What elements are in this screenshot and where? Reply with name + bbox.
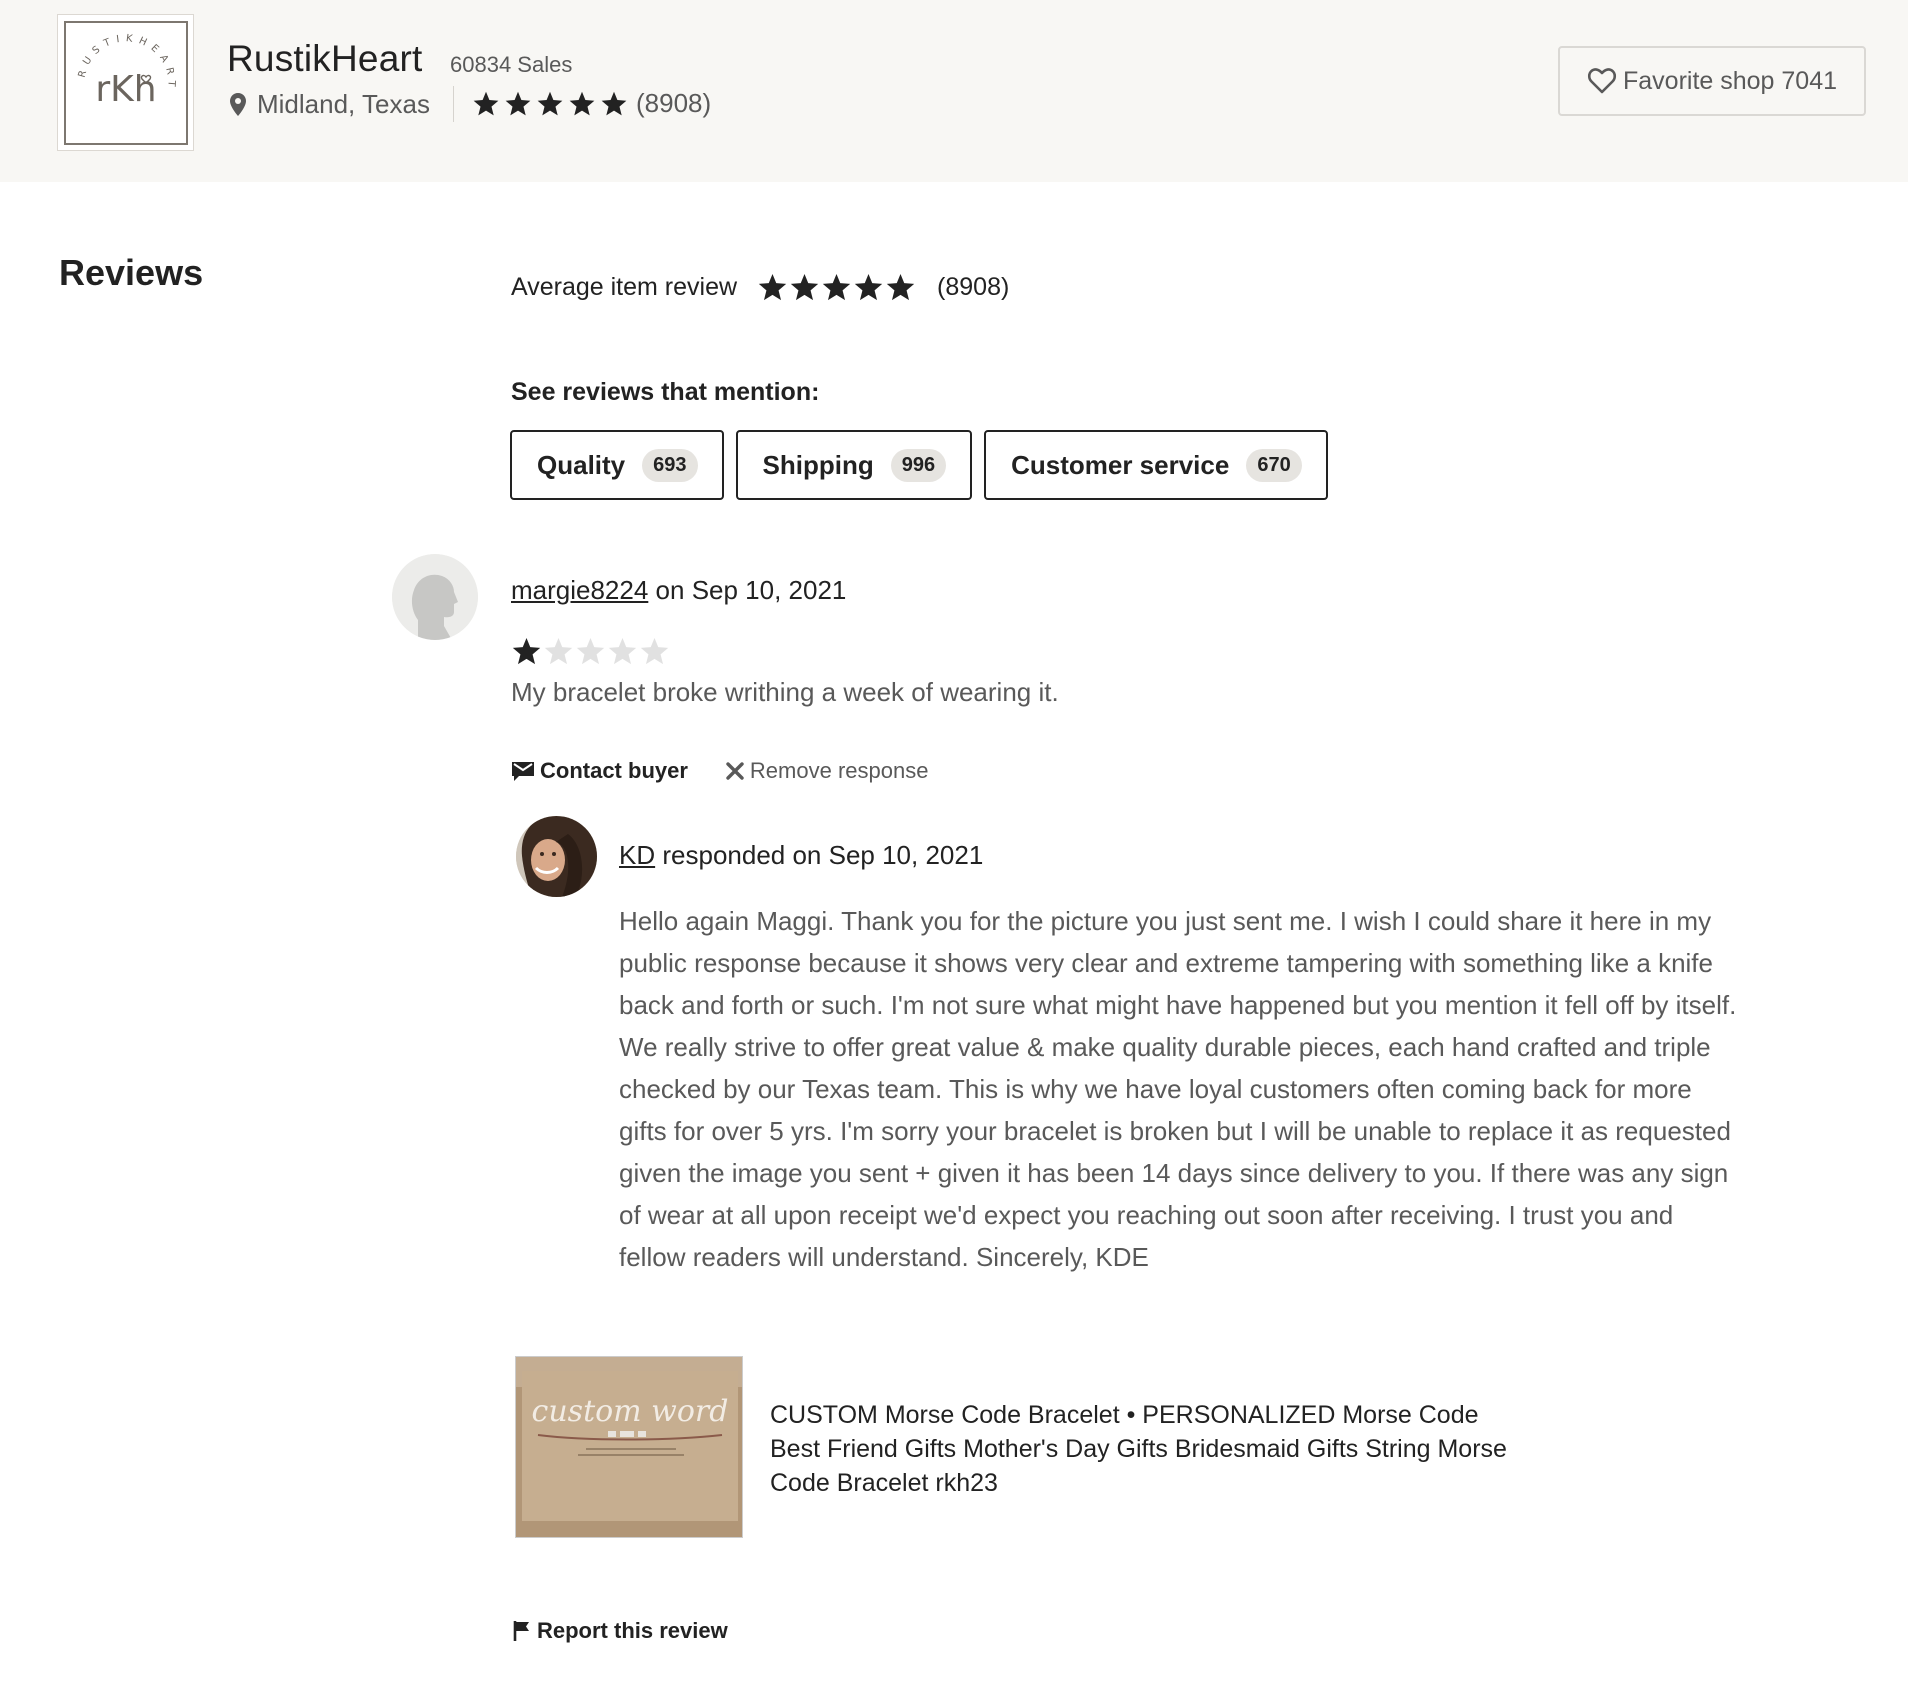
review-actions: Contact buyer Remove response: [511, 758, 928, 784]
seller-name-link[interactable]: KD: [619, 840, 655, 870]
star-empty-icon: [608, 637, 637, 665]
star-empty-icon: [544, 637, 573, 665]
average-review-stars: [757, 272, 917, 303]
reviews-heading: Reviews: [59, 252, 204, 293]
filter-chip-count: 670: [1246, 448, 1302, 482]
filter-chip-label: Customer service: [1011, 449, 1230, 480]
review-date: on Sep 10, 2021: [655, 575, 847, 605]
star-filled-icon: [537, 91, 563, 115]
shop-location-text: Midland, Texas: [257, 89, 430, 119]
contact-buyer-button[interactable]: Contact buyer: [511, 758, 688, 784]
shop-rating[interactable]: (8908): [472, 88, 711, 119]
shop-name[interactable]: RustikHeart: [227, 38, 422, 80]
star-filled-icon: [601, 91, 627, 115]
message-icon: [512, 762, 534, 781]
favorite-shop-button[interactable]: Favorite shop 7041: [1558, 46, 1866, 116]
product-thumbnail[interactable]: custom word: [515, 1356, 743, 1538]
filter-chip-label: Shipping: [762, 449, 874, 480]
svg-text:custom word: custom word: [532, 1394, 729, 1429]
filter-chip-count: 693: [642, 448, 698, 482]
average-item-review: Average item review (8908): [511, 272, 1009, 303]
star-filled-icon: [822, 273, 851, 301]
average-review-count: (8908): [937, 273, 1010, 301]
location-pin-icon: [230, 92, 246, 116]
seller-avatar[interactable]: [516, 816, 597, 897]
reviewer-avatar[interactable]: [392, 554, 478, 640]
star-empty-icon: [640, 637, 669, 665]
remove-response-label: Remove response: [749, 758, 929, 783]
remove-response-button[interactable]: Remove response: [725, 758, 929, 784]
favorite-shop-label: Favorite shop 7041: [1622, 66, 1838, 95]
reviewer-line: margie8224 on Sep 10, 2021: [511, 575, 846, 606]
product-image: custom word: [516, 1357, 742, 1537]
flag-icon: [513, 1621, 529, 1641]
default-user-silhouette-icon: [392, 554, 478, 640]
shop-logo[interactable]: RUSTIKHEART rKh: [57, 14, 194, 151]
shop-sales-count: 60834 Sales: [450, 52, 573, 77]
star-filled-icon: [758, 273, 787, 301]
filter-chip-customer-service[interactable]: Customer service 670: [984, 430, 1328, 500]
star-filled-icon: [886, 273, 915, 301]
close-icon: [726, 762, 744, 780]
heart-icon: [1587, 68, 1617, 94]
star-empty-icon: [576, 637, 605, 665]
star-filled-icon: [569, 91, 595, 115]
star-filled-icon: [473, 91, 499, 115]
filter-chip-label: Quality: [537, 449, 626, 480]
star-filled-icon: [854, 273, 883, 301]
star-filled-icon: [512, 637, 541, 665]
contact-buyer-label: Contact buyer: [540, 758, 688, 783]
shop-header: RUSTIKHEART rKh RustikHeart 60834 Sales …: [0, 0, 1908, 182]
review-rating-stars: [511, 636, 671, 667]
star-filled-icon: [505, 91, 531, 115]
header-divider: [453, 86, 454, 122]
shop-logo-mark: RUSTIKHEART rKh: [77, 33, 171, 110]
response-line: KD responded on Sep 10, 2021: [619, 840, 983, 871]
filter-chip-quality[interactable]: Quality 693: [510, 430, 724, 500]
seller-photo: [516, 816, 597, 897]
filter-chip-shipping[interactable]: Shipping 996: [735, 430, 973, 500]
shop-rating-stars: [472, 90, 632, 118]
shop-rating-count: (8908): [636, 88, 712, 118]
star-filled-icon: [790, 273, 819, 301]
seller-response-text: Hello again Maggi. Thank you for the pic…: [619, 906, 1737, 1272]
shop-location: Midland, Texas: [227, 89, 430, 120]
response-date: responded on Sep 10, 2021: [662, 840, 984, 870]
report-review-button[interactable]: Report this review: [513, 1618, 728, 1644]
filter-chip-count: 996: [890, 448, 947, 482]
report-review-label: Report this review: [537, 1618, 728, 1643]
review-filter-chips: Quality 693 Shipping 996 Customer servic…: [510, 430, 1340, 500]
average-review-label: Average item review: [511, 273, 738, 301]
review-text: My bracelet broke writhing a week of wea…: [511, 677, 1059, 707]
mention-heading: See reviews that mention:: [511, 378, 820, 406]
product-title-link[interactable]: CUSTOM Morse Code Bracelet • PERSONALIZE…: [770, 1398, 1530, 1500]
reviewer-name-link[interactable]: margie8224: [511, 575, 648, 605]
